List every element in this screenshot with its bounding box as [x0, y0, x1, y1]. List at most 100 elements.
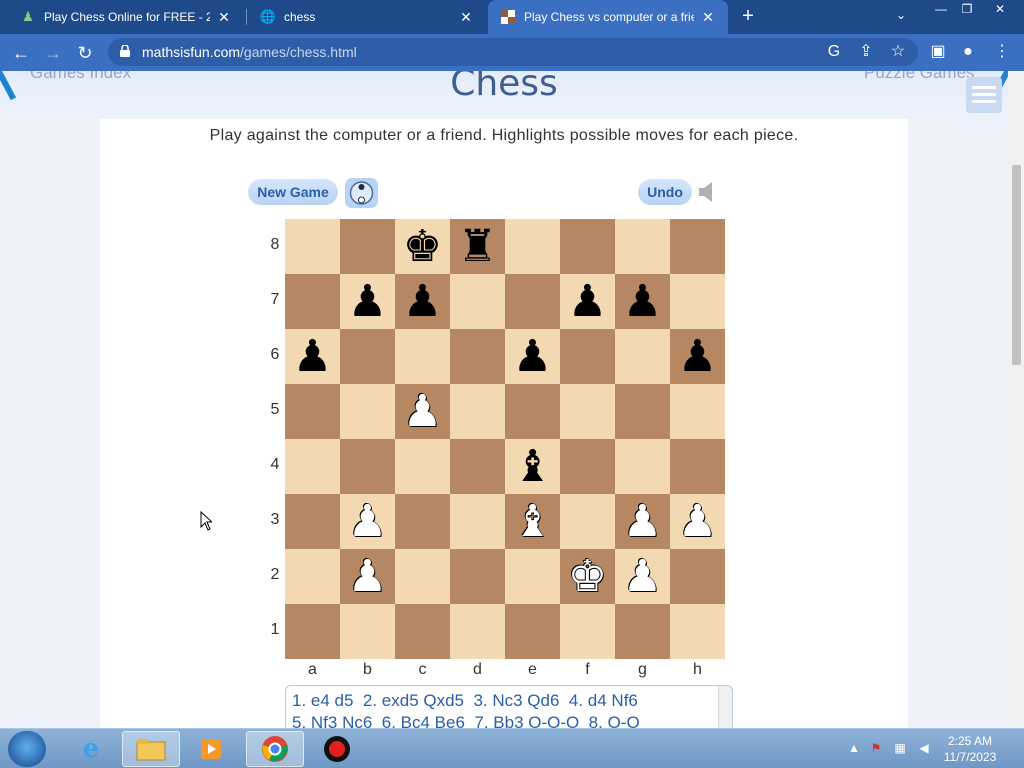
square-d1[interactable] — [450, 604, 505, 659]
square-d3[interactable] — [450, 494, 505, 549]
square-d8[interactable]: ♜ — [450, 219, 505, 274]
square-h8[interactable] — [670, 219, 725, 274]
square-e4[interactable]: ♝ — [505, 439, 560, 494]
square-b8[interactable] — [340, 219, 395, 274]
scrollbar-thumb[interactable] — [1012, 165, 1021, 365]
square-h5[interactable] — [670, 384, 725, 439]
square-b4[interactable] — [340, 439, 395, 494]
square-e7[interactable] — [505, 274, 560, 329]
square-c3[interactable] — [395, 494, 450, 549]
square-d5[interactable] — [450, 384, 505, 439]
screen-recorder-icon[interactable] — [308, 731, 366, 767]
square-a3[interactable] — [285, 494, 340, 549]
black-pawn-icon[interactable]: ♟ — [403, 279, 442, 324]
tab-play-chess-vs-computer[interactable]: Play Chess vs computer or a frien ✕ — [488, 0, 728, 34]
google-icon[interactable]: G — [824, 42, 844, 62]
square-g4[interactable] — [615, 439, 670, 494]
square-d6[interactable] — [450, 329, 505, 384]
computer-opponent-toggle[interactable] — [345, 178, 378, 208]
white-pawn-icon[interactable]: ♟ — [623, 554, 662, 599]
black-pawn-icon[interactable]: ♟ — [293, 334, 332, 379]
square-d2[interactable] — [450, 549, 505, 604]
tab-chess[interactable]: 🌐 chess ✕ — [248, 0, 486, 34]
network-icon[interactable]: ▦ — [892, 741, 908, 757]
hamburger-menu-icon[interactable] — [966, 77, 1002, 113]
square-b7[interactable]: ♟ — [340, 274, 395, 329]
tab-search-chevron-icon[interactable]: ⌄ — [896, 8, 906, 22]
square-f2[interactable]: ♚ — [560, 549, 615, 604]
black-bishop-icon[interactable]: ♝ — [513, 444, 552, 489]
square-b5[interactable] — [340, 384, 395, 439]
close-icon[interactable]: ✕ — [216, 9, 232, 26]
square-e6[interactable]: ♟ — [505, 329, 560, 384]
reload-icon[interactable]: ↻ — [74, 42, 96, 64]
file-explorer-icon[interactable] — [122, 731, 180, 767]
black-pawn-icon[interactable]: ♟ — [348, 279, 387, 324]
square-f4[interactable] — [560, 439, 615, 494]
square-c8[interactable]: ♚ — [395, 219, 450, 274]
move-history-box[interactable]: 1. e4 d5 2. exd5 Qxd5 3. Nc3 Qd6 4. d4 N… — [285, 685, 733, 728]
black-rook-icon[interactable]: ♜ — [458, 224, 497, 269]
square-c1[interactable] — [395, 604, 450, 659]
square-g8[interactable] — [615, 219, 670, 274]
square-h1[interactable] — [670, 604, 725, 659]
action-center-icon[interactable]: ⚑ — [868, 741, 884, 757]
window-close-icon[interactable]: ✕ — [982, 0, 1018, 20]
address-bar[interactable]: mathsisfun.com/games/chess.html — [108, 38, 918, 66]
square-a4[interactable] — [285, 439, 340, 494]
page-scrollbar[interactable] — [1008, 71, 1024, 728]
square-e3[interactable]: ♝ — [505, 494, 560, 549]
square-f8[interactable] — [560, 219, 615, 274]
square-c6[interactable] — [395, 329, 450, 384]
square-c2[interactable] — [395, 549, 450, 604]
square-e1[interactable] — [505, 604, 560, 659]
black-pawn-icon[interactable]: ♟ — [568, 279, 607, 324]
square-a1[interactable] — [285, 604, 340, 659]
square-f5[interactable] — [560, 384, 615, 439]
square-b3[interactable]: ♟ — [340, 494, 395, 549]
square-h7[interactable] — [670, 274, 725, 329]
white-pawn-icon[interactable]: ♟ — [403, 389, 442, 434]
square-h4[interactable] — [670, 439, 725, 494]
square-e8[interactable] — [505, 219, 560, 274]
speaker-icon[interactable] — [698, 181, 716, 203]
undo-button[interactable]: Undo — [638, 179, 692, 205]
square-g1[interactable] — [615, 604, 670, 659]
square-f7[interactable]: ♟ — [560, 274, 615, 329]
volume-icon[interactable]: ◀ — [916, 741, 932, 757]
profile-icon[interactable]: ● — [958, 42, 978, 62]
square-f6[interactable] — [560, 329, 615, 384]
square-g3[interactable]: ♟ — [615, 494, 670, 549]
system-clock[interactable]: 2:25 AM 11/7/2023 — [940, 733, 1000, 765]
chrome-icon[interactable] — [246, 731, 304, 767]
white-pawn-icon[interactable]: ♟ — [623, 499, 662, 544]
square-g7[interactable]: ♟ — [615, 274, 670, 329]
internet-explorer-icon[interactable]: e — [62, 731, 120, 767]
square-a2[interactable] — [285, 549, 340, 604]
square-h6[interactable]: ♟ — [670, 329, 725, 384]
square-e5[interactable] — [505, 384, 560, 439]
white-king-icon[interactable]: ♚ — [568, 554, 607, 599]
new-tab-button[interactable]: + — [737, 5, 759, 27]
white-pawn-icon[interactable]: ♟ — [678, 499, 717, 544]
square-c5[interactable]: ♟ — [395, 384, 450, 439]
move-history-scrollbar[interactable] — [718, 686, 732, 728]
more-options-icon[interactable]: ⋮ — [992, 42, 1012, 62]
square-g5[interactable] — [615, 384, 670, 439]
share-icon[interactable]: ⇪ — [856, 42, 876, 62]
square-f3[interactable] — [560, 494, 615, 549]
square-b2[interactable]: ♟ — [340, 549, 395, 604]
white-pawn-icon[interactable]: ♟ — [348, 554, 387, 599]
square-b1[interactable] — [340, 604, 395, 659]
back-arrow-icon[interactable]: ← — [10, 42, 32, 64]
white-pawn-icon[interactable]: ♟ — [348, 499, 387, 544]
square-g2[interactable]: ♟ — [615, 549, 670, 604]
tab-play-chess-online[interactable]: ♟ Play Chess Online for FREE - 2 Pla ✕ — [8, 0, 244, 34]
white-bishop-icon[interactable]: ♝ — [513, 499, 552, 544]
square-c4[interactable] — [395, 439, 450, 494]
square-d7[interactable] — [450, 274, 505, 329]
close-icon[interactable]: ✕ — [458, 9, 474, 26]
puzzle-games-link[interactable]: Puzzle Games — [864, 71, 975, 83]
close-icon[interactable]: ✕ — [700, 9, 716, 26]
square-g6[interactable] — [615, 329, 670, 384]
